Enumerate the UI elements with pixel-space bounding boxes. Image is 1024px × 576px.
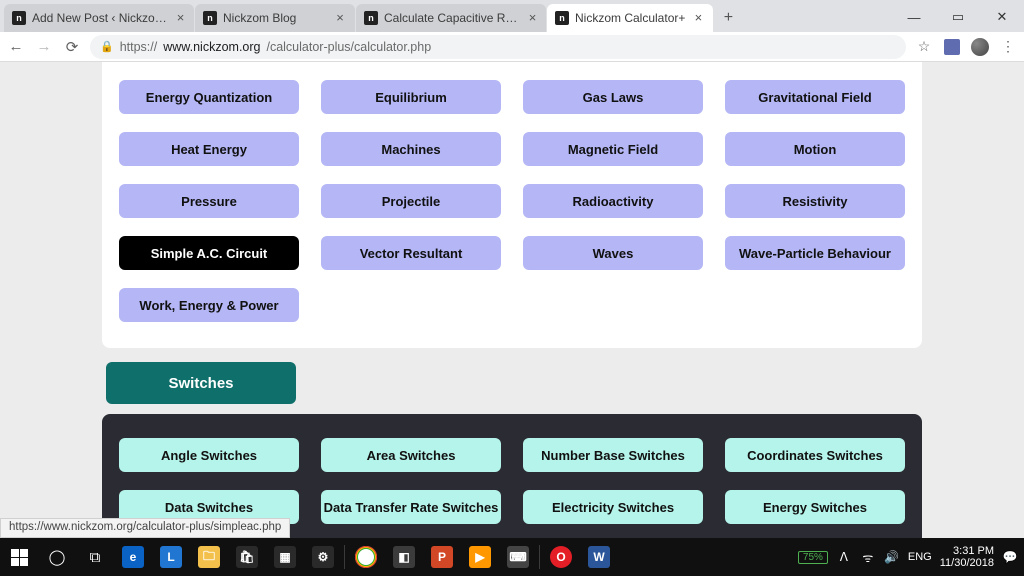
taskbar-app[interactable]: ▶ [461, 538, 499, 576]
taskbar-app-explorer[interactable]: 🗀 [190, 538, 228, 576]
volume-icon[interactable]: 🔊 [884, 550, 900, 564]
tab-title: Calculate Capacitive Reactance | [384, 11, 521, 25]
taskbar-app-settings[interactable]: ⚙ [304, 538, 342, 576]
favicon-icon: n [12, 11, 26, 25]
taskbar-app-opera[interactable]: O [542, 538, 580, 576]
physics-button[interactable]: Wave-Particle Behaviour [725, 236, 905, 270]
browser-titlebar: n Add New Post ‹ Nickzom Blog — × n Nick… [0, 0, 1024, 32]
taskbar-app[interactable]: ◧ [385, 538, 423, 576]
address-bar[interactable]: 🔒 https:// www.nickzom.org/calculator-plu… [90, 35, 906, 59]
clock-date: 11/30/2018 [940, 557, 994, 569]
browser-toolbar: ← → ⟳ 🔒 https:// www.nickzom.org/calculat… [0, 32, 1024, 62]
forward-button[interactable]: → [34, 37, 54, 57]
url-host: www.nickzom.org [163, 40, 260, 54]
taskbar-app-chrome[interactable] [347, 538, 385, 576]
lock-icon: 🔒 [100, 40, 114, 53]
new-tab-button[interactable]: + [714, 4, 742, 32]
tab-title: Add New Post ‹ Nickzom Blog — [32, 11, 169, 25]
browser-tab[interactable]: n Nickzom Blog × [195, 4, 355, 32]
language-indicator[interactable]: ENG [908, 551, 932, 563]
physics-button[interactable]: Radioactivity [523, 184, 703, 218]
url-scheme: https:// [120, 40, 158, 54]
switch-button[interactable]: Coordinates Switches [725, 438, 905, 472]
switch-button[interactable]: Data Transfer Rate Switches [321, 490, 501, 524]
physics-button[interactable]: Gas Laws [523, 80, 703, 114]
close-window-button[interactable]: ✕ [980, 2, 1024, 32]
physics-button[interactable]: Vector Resultant [321, 236, 501, 270]
back-button[interactable]: ← [6, 37, 26, 57]
start-button[interactable] [0, 538, 38, 576]
reload-button[interactable]: ⟳ [62, 37, 82, 57]
switch-button[interactable]: Area Switches [321, 438, 501, 472]
action-center-icon[interactable]: 💬 [1002, 550, 1018, 564]
physics-button[interactable]: Motion [725, 132, 905, 166]
extension-icon[interactable] [942, 37, 962, 57]
bookmark-star-icon[interactable]: ☆ [914, 37, 934, 57]
browser-tabs: n Add New Post ‹ Nickzom Blog — × n Nick… [0, 0, 742, 32]
taskbar-app-calculator[interactable]: ▦ [266, 538, 304, 576]
taskbar-app-store[interactable]: 🛍 [228, 538, 266, 576]
switch-button[interactable]: Angle Switches [119, 438, 299, 472]
physics-button[interactable]: Resistivity [725, 184, 905, 218]
taskbar-divider [344, 545, 345, 569]
close-icon[interactable]: × [691, 11, 705, 25]
url-path: /calculator-plus/calculator.php [266, 40, 431, 54]
favicon-icon: n [555, 11, 569, 25]
tab-title: Nickzom Calculator+ [575, 11, 685, 25]
browser-tab[interactable]: n Calculate Capacitive Reactance | × [356, 4, 546, 32]
switches-header: Switches [106, 362, 296, 404]
switch-button[interactable]: Number Base Switches [523, 438, 703, 472]
physics-button[interactable]: Gravitational Field [725, 80, 905, 114]
physics-button-grid: Energy Quantization Equilibrium Gas Laws Gr… [102, 72, 922, 322]
tray-chevron-up-icon[interactable]: ᐱ [836, 550, 852, 564]
physics-button[interactable]: Equilibrium [321, 80, 501, 114]
minimize-button[interactable]: — [892, 2, 936, 32]
taskbar-app-powerpoint[interactable]: P [423, 538, 461, 576]
close-icon[interactable]: × [527, 11, 538, 25]
favicon-icon: n [203, 11, 217, 25]
taskbar-app[interactable]: L [152, 538, 190, 576]
task-view-icon[interactable]: ⧉ [76, 538, 114, 576]
physics-button[interactable]: Pressure [119, 184, 299, 218]
taskbar-app-edge[interactable]: e [114, 538, 152, 576]
physics-button[interactable]: Waves [523, 236, 703, 270]
network-icon[interactable]: ᯤ [860, 549, 876, 566]
switch-button[interactable]: Electricity Switches [523, 490, 703, 524]
clock[interactable]: 3:31 PM 11/30/2018 [940, 545, 994, 569]
system-tray: 75% ᐱ ᯤ 🔊 ENG 3:31 PM 11/30/2018 💬 [798, 538, 1024, 576]
status-bar: https://www.nickzom.org/calculator-plus/… [0, 518, 290, 538]
taskbar-divider [539, 545, 540, 569]
taskbar-app[interactable]: ⌨ [499, 538, 537, 576]
close-icon[interactable]: × [333, 11, 347, 25]
clock-time: 3:31 PM [953, 545, 994, 557]
physics-button[interactable]: Machines [321, 132, 501, 166]
page-viewport: Energy Quantization Equilibrium Gas Laws Gr… [0, 62, 1024, 538]
physics-section: Energy Quantization Equilibrium Gas Laws Gr… [102, 62, 922, 348]
physics-button[interactable]: Projectile [321, 184, 501, 218]
tab-title: Nickzom Blog [223, 11, 327, 25]
physics-button[interactable]: Simple A.C. Circuit [119, 236, 299, 270]
taskbar-app-word[interactable]: W [580, 538, 618, 576]
window-controls: — ▭ ✕ [892, 2, 1024, 32]
physics-button[interactable]: Work, Energy & Power [119, 288, 299, 322]
browser-menu-button[interactable]: ⋮ [998, 37, 1018, 57]
browser-tab-active[interactable]: n Nickzom Calculator+ × [547, 4, 713, 32]
switches-header-wrap: Switches [102, 348, 922, 404]
page-content: Energy Quantization Equilibrium Gas Laws Gr… [102, 62, 922, 538]
physics-button[interactable]: Magnetic Field [523, 132, 703, 166]
switch-button[interactable]: Energy Switches [725, 490, 905, 524]
cortana-search-icon[interactable]: ◯ [38, 538, 76, 576]
profile-avatar[interactable] [970, 37, 990, 57]
battery-status[interactable]: 75% [798, 551, 828, 564]
windows-taskbar: ◯ ⧉ e L 🗀 🛍 ▦ ⚙ ◧ P ▶ ⌨ O W 75% ᐱ ᯤ 🔊 EN… [0, 538, 1024, 576]
maximize-button[interactable]: ▭ [936, 2, 980, 32]
favicon-icon: n [364, 11, 378, 25]
physics-button[interactable]: Energy Quantization [119, 80, 299, 114]
close-icon[interactable]: × [175, 11, 186, 25]
physics-button[interactable]: Heat Energy [119, 132, 299, 166]
browser-tab[interactable]: n Add New Post ‹ Nickzom Blog — × [4, 4, 194, 32]
